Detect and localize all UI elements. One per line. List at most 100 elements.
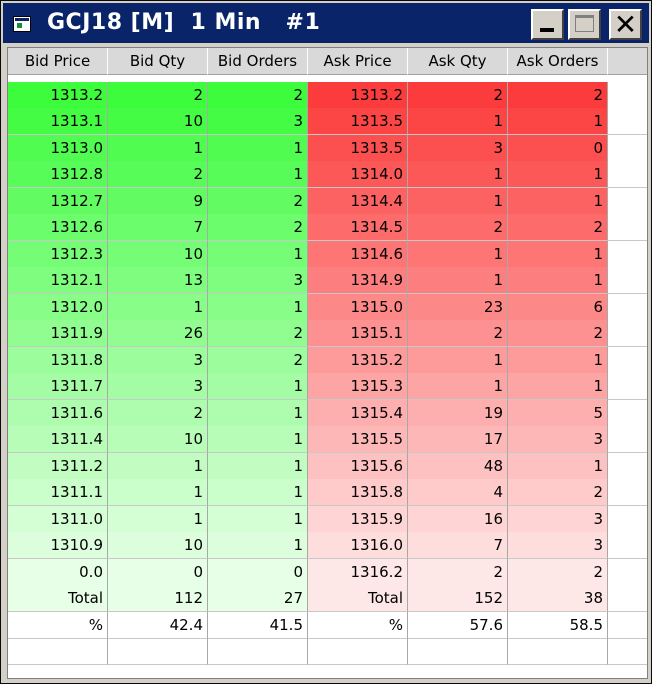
close-icon: ✕	[613, 8, 638, 41]
cell-ask-qty: 1	[408, 267, 508, 294]
cell-empty	[8, 638, 108, 665]
book-row[interactable]: 1310.9 10 1 1316.0 7 3	[8, 532, 647, 559]
cell-ask-qty: 152	[408, 585, 508, 612]
cell-ask-orders: 2	[508, 479, 608, 506]
cell-bid-price: 1313.0	[8, 134, 108, 162]
cell-empty	[508, 638, 608, 665]
column-header-empty	[608, 48, 647, 75]
cell-bid-qty: 3	[108, 373, 208, 400]
cell-bid-orders: 2	[208, 81, 308, 109]
cell-bid-price: 1311.7	[8, 373, 108, 400]
cell-empty	[608, 346, 647, 374]
app-window-icon[interactable]	[13, 16, 31, 32]
maximize-button[interactable]	[568, 9, 601, 40]
cell-bid-orders: 1	[208, 479, 308, 506]
book-row[interactable]: 1311.9 26 2 1315.1 2 2	[8, 320, 647, 347]
cell-bid-price: 1311.8	[8, 346, 108, 374]
cell-bid-price: 1311.4	[8, 426, 108, 453]
book-row[interactable]: 1313.0 1 1 1313.5 3 0	[8, 134, 647, 162]
cell-ask-price: 1315.2	[308, 346, 408, 374]
cell-bid-price: 1312.3	[8, 240, 108, 268]
cell-ask-price: 1314.6	[308, 240, 408, 268]
cell-ask-price: 1315.3	[308, 373, 408, 400]
book-row[interactable]: 1311.4 10 1 1315.5 17 3	[8, 426, 647, 453]
cell-ask-orders: 1	[508, 108, 608, 135]
cell-ask-qty: 17	[408, 426, 508, 453]
cell-ask-price: 1315.4	[308, 399, 408, 427]
cell-bid-orders: 2	[208, 214, 308, 241]
book-row[interactable]: 1312.3 10 1 1314.6 1 1	[8, 240, 647, 268]
book-row[interactable]: 1312.7 9 2 1314.4 1 1	[8, 187, 647, 215]
cell-ask-orders: 3	[508, 426, 608, 453]
cell-bid-price: 1311.1	[8, 479, 108, 506]
cell-bid-qty: 42.4	[108, 611, 208, 639]
cell-bid-qty: 1	[108, 134, 208, 162]
cell-ask-orders: 1	[508, 240, 608, 268]
book-row[interactable]: 1313.2 2 2 1313.2 2 2	[8, 81, 647, 109]
cell-empty	[608, 399, 647, 427]
close-button[interactable]: ✕	[609, 8, 642, 41]
cell-ask-price: 1313.5	[308, 108, 408, 135]
cell-bid-orders: 1	[208, 373, 308, 400]
empty-row	[8, 638, 647, 665]
cell-bid-price: %	[8, 611, 108, 639]
cell-ask-qty: 3	[408, 134, 508, 162]
cell-empty	[608, 108, 647, 135]
cell-ask-orders: 1	[508, 267, 608, 294]
cell-bid-price: 1311.0	[8, 505, 108, 533]
cell-ask-price: %	[308, 611, 408, 639]
book-row[interactable]: 1312.1 13 3 1314.9 1 1	[8, 267, 647, 294]
cell-empty	[308, 638, 408, 665]
cell-bid-orders: 1	[208, 426, 308, 453]
cell-bid-orders: 2	[208, 346, 308, 374]
cell-ask-qty: 16	[408, 505, 508, 533]
minimize-button[interactable]	[531, 9, 564, 40]
cell-bid-price: 0.0	[8, 558, 108, 586]
cell-bid-price: 1312.6	[8, 214, 108, 241]
cell-ask-qty: 1	[408, 108, 508, 135]
column-header-ask-price[interactable]: Ask Price	[308, 48, 408, 75]
cell-empty	[608, 373, 647, 400]
totals-row[interactable]: Total 112 27 Total 152 38	[8, 585, 647, 612]
cell-ask-qty: 2	[408, 558, 508, 586]
cell-ask-price: 1315.9	[308, 505, 408, 533]
book-row[interactable]: 1311.7 3 1 1315.3 1 1	[8, 373, 647, 400]
column-header-bid-price[interactable]: Bid Price	[8, 48, 108, 75]
book-row[interactable]: 1312.0 1 1 1315.0 23 6	[8, 293, 647, 321]
cell-bid-price: 1312.1	[8, 267, 108, 294]
cell-bid-price: 1312.7	[8, 187, 108, 215]
cell-bid-qty: 2	[108, 399, 208, 427]
cell-ask-orders: 2	[508, 214, 608, 241]
book-row[interactable]: 1312.6 7 2 1314.5 2 2	[8, 214, 647, 241]
cell-bid-price: Total	[8, 585, 108, 612]
cell-empty	[608, 293, 647, 321]
cell-bid-price: 1311.9	[8, 320, 108, 347]
book-row[interactable]: 0.0 0 0 1316.2 2 2	[8, 558, 647, 586]
book-row[interactable]: 1311.1 1 1 1315.8 4 2	[8, 479, 647, 506]
order-book-grid[interactable]: Bid Price Bid Qty Bid Orders Ask Price A…	[7, 47, 648, 679]
cell-bid-price: 1313.2	[8, 81, 108, 109]
column-header-ask-qty[interactable]: Ask Qty	[408, 48, 508, 75]
cell-bid-qty: 2	[108, 81, 208, 109]
cell-ask-orders: 1	[508, 346, 608, 374]
title-bar[interactable]: GCJ18 [M] 1 Min #1 ✕	[3, 3, 649, 43]
cell-bid-orders: 1	[208, 134, 308, 162]
column-header-bid-orders[interactable]: Bid Orders	[208, 48, 308, 75]
cell-ask-price: 1316.0	[308, 532, 408, 559]
cell-ask-orders: 38	[508, 585, 608, 612]
column-header-bid-qty[interactable]: Bid Qty	[108, 48, 208, 75]
cell-empty	[608, 320, 647, 347]
book-row[interactable]: 1311.8 3 2 1315.2 1 1	[8, 346, 647, 374]
percent-row[interactable]: % 42.4 41.5% 57.6 58.5	[8, 611, 647, 639]
cell-empty	[208, 638, 308, 665]
cell-bid-qty: 1	[108, 293, 208, 321]
cell-empty	[608, 267, 647, 294]
book-row[interactable]: 1311.6 2 1 1315.4 19 5	[8, 399, 647, 427]
column-header-ask-orders[interactable]: Ask Orders	[508, 48, 608, 75]
book-row[interactable]: 1311.0 1 1 1315.9 16 3	[8, 505, 647, 533]
book-row[interactable]: 1311.2 1 1 1315.6 48 1	[8, 452, 647, 480]
cell-ask-orders: 6	[508, 293, 608, 321]
cell-ask-orders: 1	[508, 161, 608, 188]
book-row[interactable]: 1312.8 2 1 1314.0 1 1	[8, 161, 647, 188]
book-row[interactable]: 1313.1 10 3 1313.5 1 1	[8, 108, 647, 135]
